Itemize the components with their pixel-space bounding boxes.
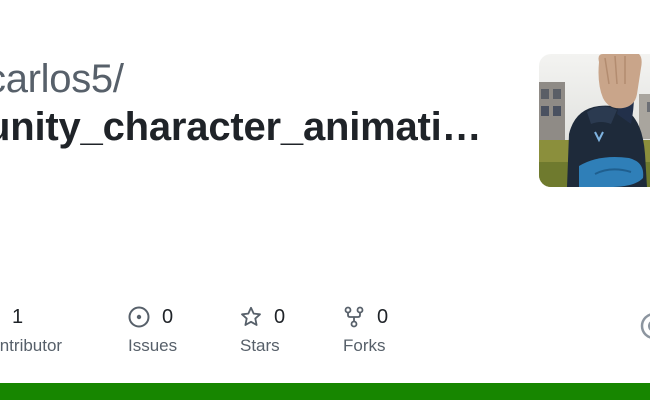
avatar[interactable] — [539, 54, 650, 187]
star-icon — [240, 306, 262, 328]
forks-count: 0 — [377, 305, 389, 328]
forks-label: Forks — [343, 336, 386, 355]
repo-forked-icon — [343, 306, 365, 328]
contributors-count: 1 — [12, 305, 24, 328]
github-logo-icon — [640, 312, 650, 340]
repo-owner[interactable]: carlos5/ — [0, 57, 124, 102]
stars-label: Stars — [240, 336, 280, 355]
issue-opened-icon — [128, 306, 150, 328]
language-bar — [0, 383, 650, 400]
stars-count: 0 — [274, 305, 286, 328]
issues-count: 0 — [162, 305, 174, 328]
stat-forks[interactable]: 0 Forks — [343, 303, 388, 356]
repo-stats: 1 Contributor 0 Issues — [0, 303, 650, 363]
stat-stars[interactable]: 0 Stars — [240, 303, 285, 356]
stat-contributors[interactable]: 1 Contributor — [0, 303, 62, 356]
repo-social-card: carlos5/ unity_character_animati… — [0, 0, 650, 400]
contributors-label: Contributor — [0, 336, 63, 355]
issues-label: Issues — [128, 336, 178, 355]
stat-issues[interactable]: 0 Issues — [128, 303, 177, 356]
repo-name[interactable]: unity_character_animati… — [0, 105, 482, 150]
